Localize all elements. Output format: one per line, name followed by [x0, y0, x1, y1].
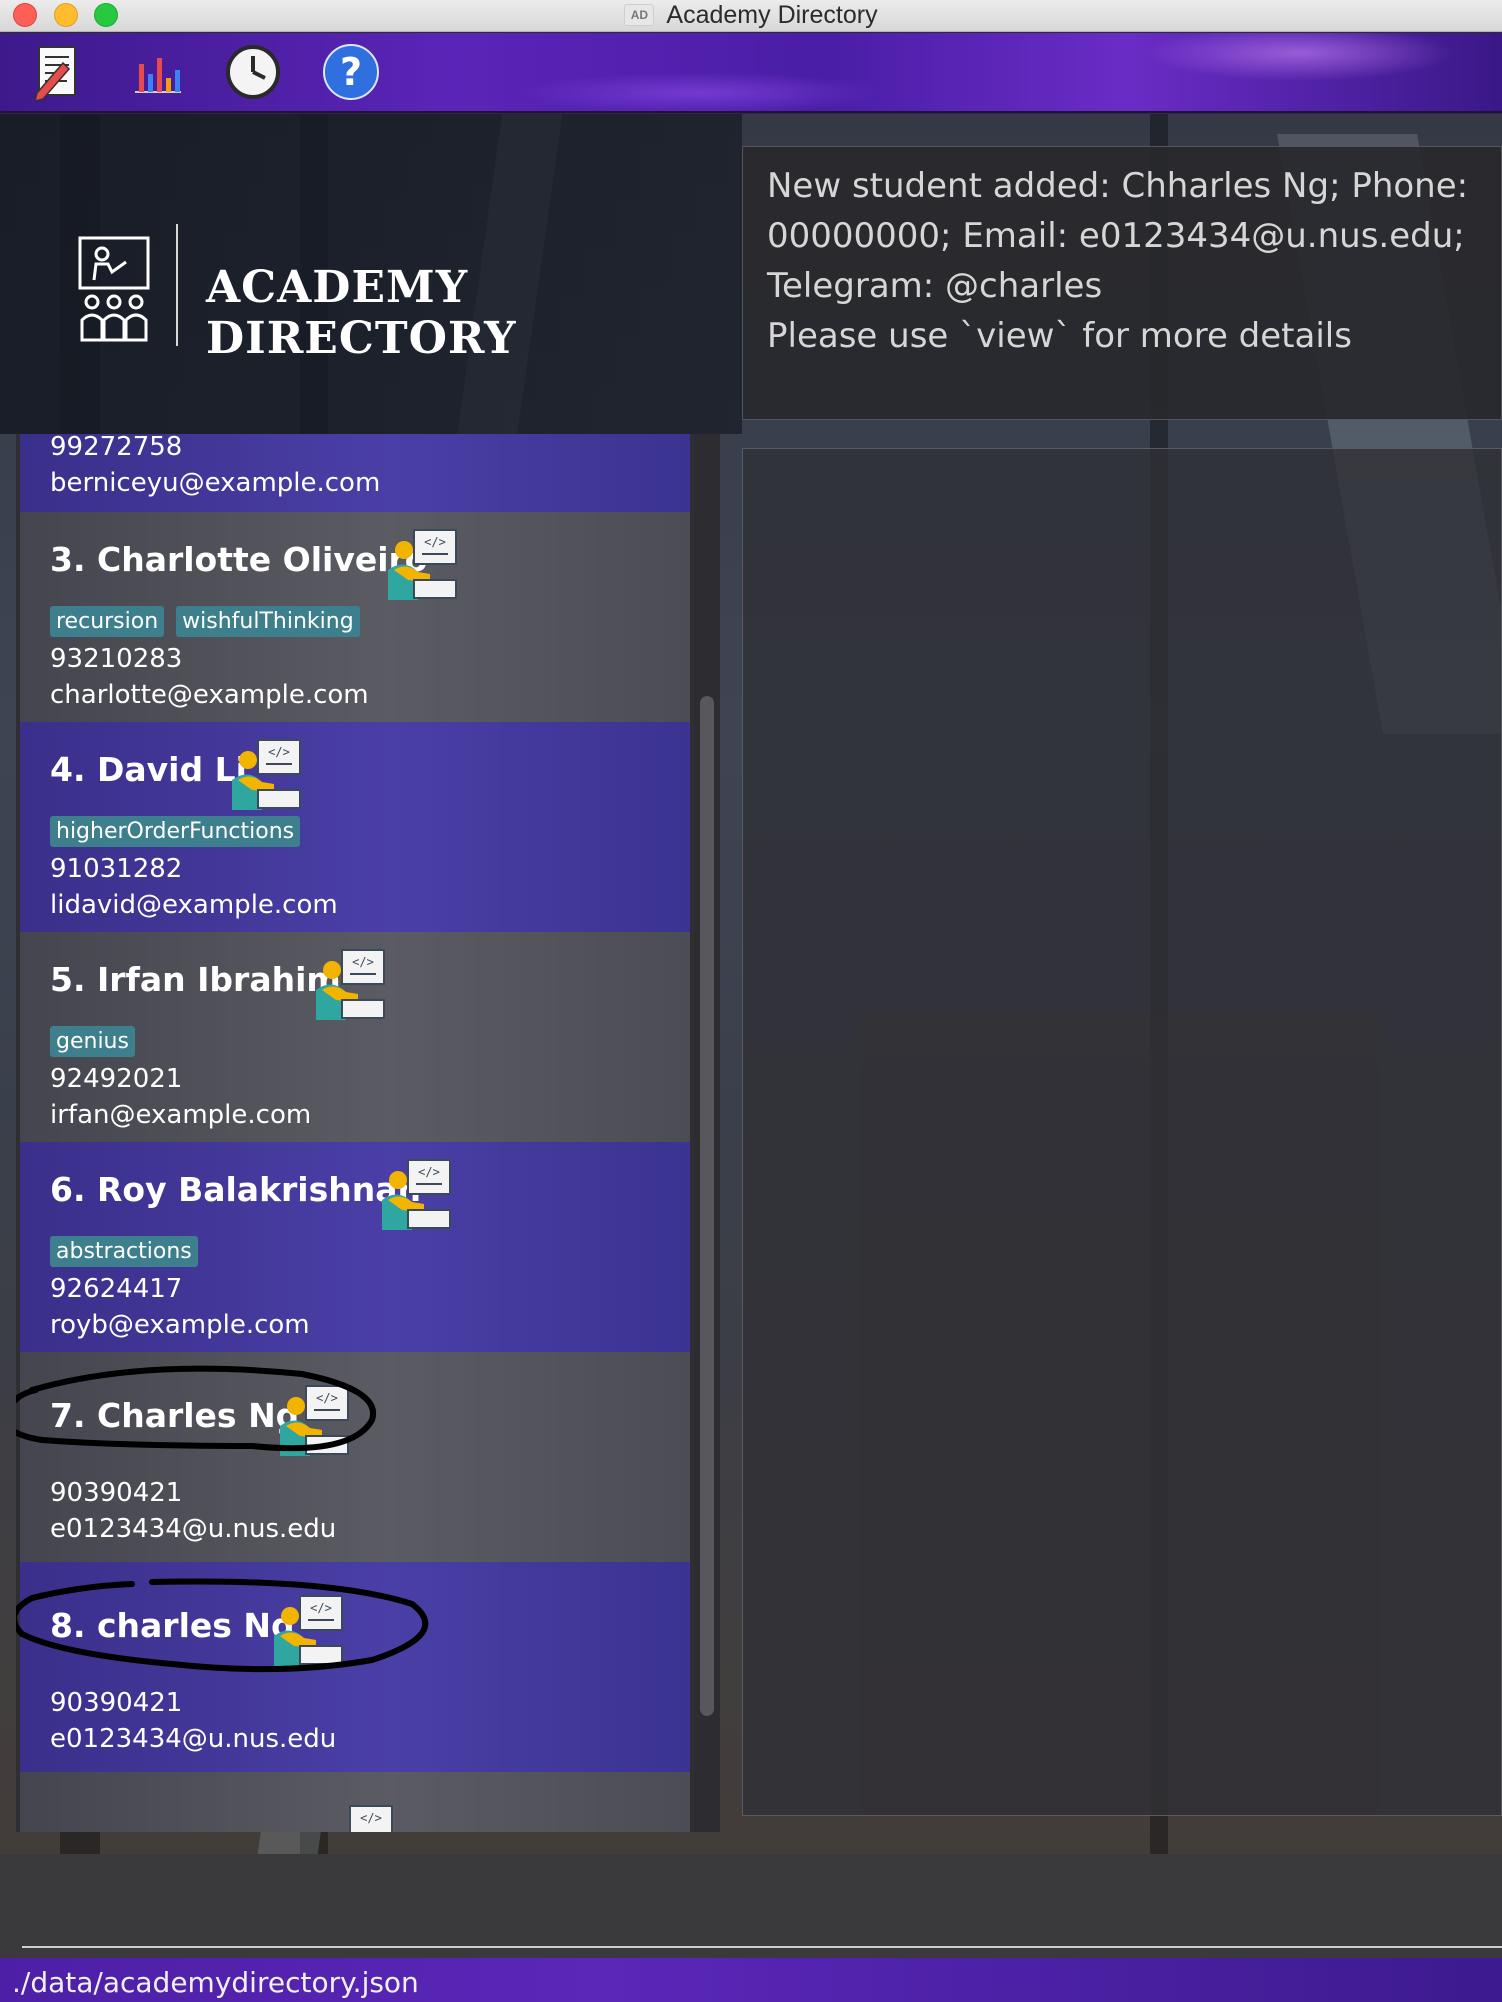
toolbar: ? [0, 33, 1502, 113]
logo-divider [176, 224, 178, 346]
window-titlebar: AD Academy Directory [0, 0, 1502, 32]
student-detail-panel [742, 448, 1502, 1816]
student-card-3[interactable]: 3. Charlotte Oliveiro </> recursion wish… [20, 512, 690, 722]
app-badge-icon: AD [624, 4, 655, 26]
help-icon[interactable]: ? [322, 43, 380, 101]
student-card-5[interactable]: 5. Irfan Ibrahim </> genius 92492021 irf… [20, 932, 690, 1142]
student-phone: 90390421 [50, 1478, 183, 1508]
student-email: lidavid@example.com [50, 890, 338, 920]
student-phone: 99272758 [50, 434, 183, 462]
result-line: Telegram: @charles [767, 266, 1103, 306]
student-tags: abstractions [50, 1236, 198, 1267]
student-card-8[interactable]: 8. charles Ng </> 90390421 e0123434@u.nu… [16, 1562, 690, 1772]
command-box [0, 1854, 1502, 1958]
programmer-icon: </> [384, 526, 460, 602]
student-name: 5. Irfan Ibrahim [50, 960, 341, 999]
student-phone: 93210283 [50, 644, 183, 674]
student-card-7[interactable]: 7. Charles Ng </> 90390421 e0123434@u.nu… [16, 1352, 690, 1562]
window-title-text: Academy Directory [666, 0, 878, 29]
student-phone: 90390421 [50, 1688, 183, 1718]
student-list-content: 99272758 berniceyu@example.com 3. Charlo… [16, 434, 690, 1832]
student-name: 6. Roy Balakrishnan [50, 1170, 421, 1209]
student-phone: 92624417 [50, 1274, 183, 1304]
command-input[interactable] [22, 1862, 1502, 1948]
student-phone: 91031282 [50, 854, 183, 884]
svg-text:</>: </> [360, 1811, 382, 1825]
programmer-icon: </> [320, 1802, 396, 1832]
programmer-icon: </> [378, 1156, 454, 1232]
student-email: e0123434@u.nus.edu [50, 1724, 337, 1754]
bar-chart-icon[interactable] [128, 43, 186, 101]
svg-text:</>: </> [352, 955, 374, 969]
student-list[interactable]: 99272758 berniceyu@example.com 3. Charlo… [16, 434, 720, 1832]
student-email: charlotte@example.com [50, 680, 369, 710]
teacher-presentation-icon [78, 236, 150, 346]
result-line: 00000000; Email: e0123434@u.nus.edu; [767, 216, 1465, 256]
header-logo-area: ACADEMY DIRECTORY [0, 114, 742, 434]
tag: abstractions [50, 1236, 198, 1267]
tag: recursion [50, 606, 165, 637]
student-list-scroll-thumb[interactable] [700, 696, 714, 1716]
status-bar: ./data/academydirectory.json [0, 1958, 1502, 2002]
tag: genius [50, 1026, 135, 1057]
annotation-circle [16, 1578, 429, 1673]
annotation-circle [16, 1365, 377, 1452]
student-card-6[interactable]: 6. Roy Balakrishnan </> abstractions 926… [20, 1142, 690, 1352]
tag: wishfulThinking [176, 606, 360, 637]
student-email: irfan@example.com [50, 1100, 312, 1130]
svg-text:?: ? [340, 50, 362, 94]
student-card-2[interactable]: 99272758 berniceyu@example.com [20, 434, 690, 512]
student-tags: higherOrderFunctions [50, 816, 301, 847]
student-name: 3. Charlotte Oliveiro [50, 540, 428, 579]
student-card-4[interactable]: 4. David Li </> higherOrderFunctions 910… [20, 722, 690, 932]
document-edit-icon[interactable] [30, 43, 88, 101]
result-line: Please use `view` for more details [767, 316, 1352, 356]
student-email: royb@example.com [50, 1310, 310, 1340]
student-email: berniceyu@example.com [50, 468, 381, 498]
svg-text:</>: </> [418, 1165, 440, 1179]
svg-text:</>: </> [424, 535, 446, 549]
student-phone: 92492021 [50, 1064, 183, 1094]
result-display[interactable]: New student added: Chharles Ng; Phone: 0… [742, 146, 1502, 420]
app-name: ACADEMY DIRECTORY [206, 262, 517, 364]
programmer-icon: </> [228, 736, 304, 812]
student-name: 4. David Li [50, 750, 247, 789]
window-title: AD Academy Directory [0, 0, 1502, 30]
result-line: New student added: Chharles Ng; Phone: [767, 166, 1469, 206]
tag: higherOrderFunctions [50, 816, 301, 847]
save-location-text: ./data/academydirectory.json [12, 1966, 419, 1999]
student-tags: recursion wishfulThinking [50, 606, 360, 637]
student-tags: genius [50, 1026, 135, 1057]
programmer-icon: </> [312, 946, 388, 1022]
svg-text:</>: </> [268, 745, 290, 759]
student-card-9[interactable]: </> [20, 1772, 690, 1832]
clock-icon[interactable] [224, 43, 282, 101]
student-email: e0123434@u.nus.edu [50, 1514, 337, 1544]
